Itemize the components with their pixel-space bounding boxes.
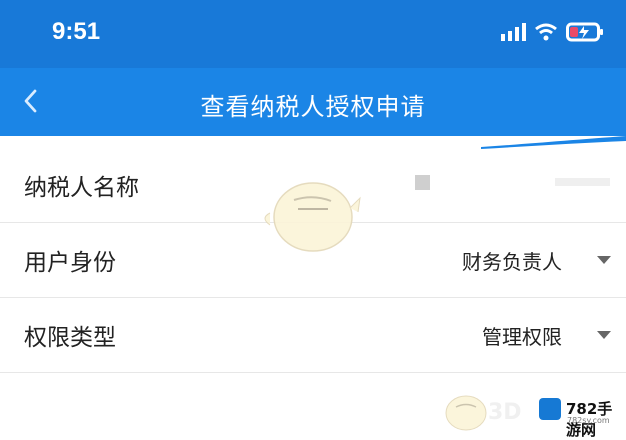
permission-type-label: 权限类型 — [24, 325, 116, 351]
redacted-mark — [415, 175, 430, 190]
dropdown-caret-icon[interactable] — [597, 256, 611, 264]
decorative-blue-slash — [481, 136, 626, 149]
status-time: 9:51 — [52, 18, 101, 45]
permission-type-value[interactable]: 管理权限 — [482, 321, 562, 350]
page-title: 查看纳税人授权申请 — [200, 93, 426, 121]
mascot-watermark-small — [445, 395, 487, 431]
nav-bar: 查看纳税人授权申请 — [0, 68, 626, 136]
taxpayer-name-label: 纳税人名称 — [24, 175, 139, 201]
wifi-icon — [535, 23, 557, 41]
logo-icon — [539, 398, 561, 420]
user-identity-value[interactable]: 财务负责人 — [462, 246, 562, 275]
status-icons — [501, 20, 604, 44]
user-identity-row[interactable]: 用户身份 财务负责人 — [0, 223, 626, 298]
watermark-logo: 782手游网 782sy.com — [534, 390, 626, 439]
permission-type-row[interactable]: 权限类型 管理权限 — [0, 298, 626, 373]
signal-icon — [501, 23, 526, 41]
authorization-details: 纳税人名称 用户身份 财务负责人 权限类型 管理权限 — [0, 148, 626, 373]
user-identity-label: 用户身份 — [24, 250, 116, 276]
dropdown-caret-icon[interactable] — [597, 331, 611, 339]
taxpayer-name-row: 纳税人名称 — [0, 148, 626, 223]
battery-charging-icon — [566, 22, 603, 42]
faint-watermark-text: 3D — [488, 400, 522, 425]
redacted-mark — [555, 178, 610, 186]
logo-subtext: 782sy.com — [567, 416, 610, 425]
status-bar: 9:51 — [0, 0, 626, 68]
